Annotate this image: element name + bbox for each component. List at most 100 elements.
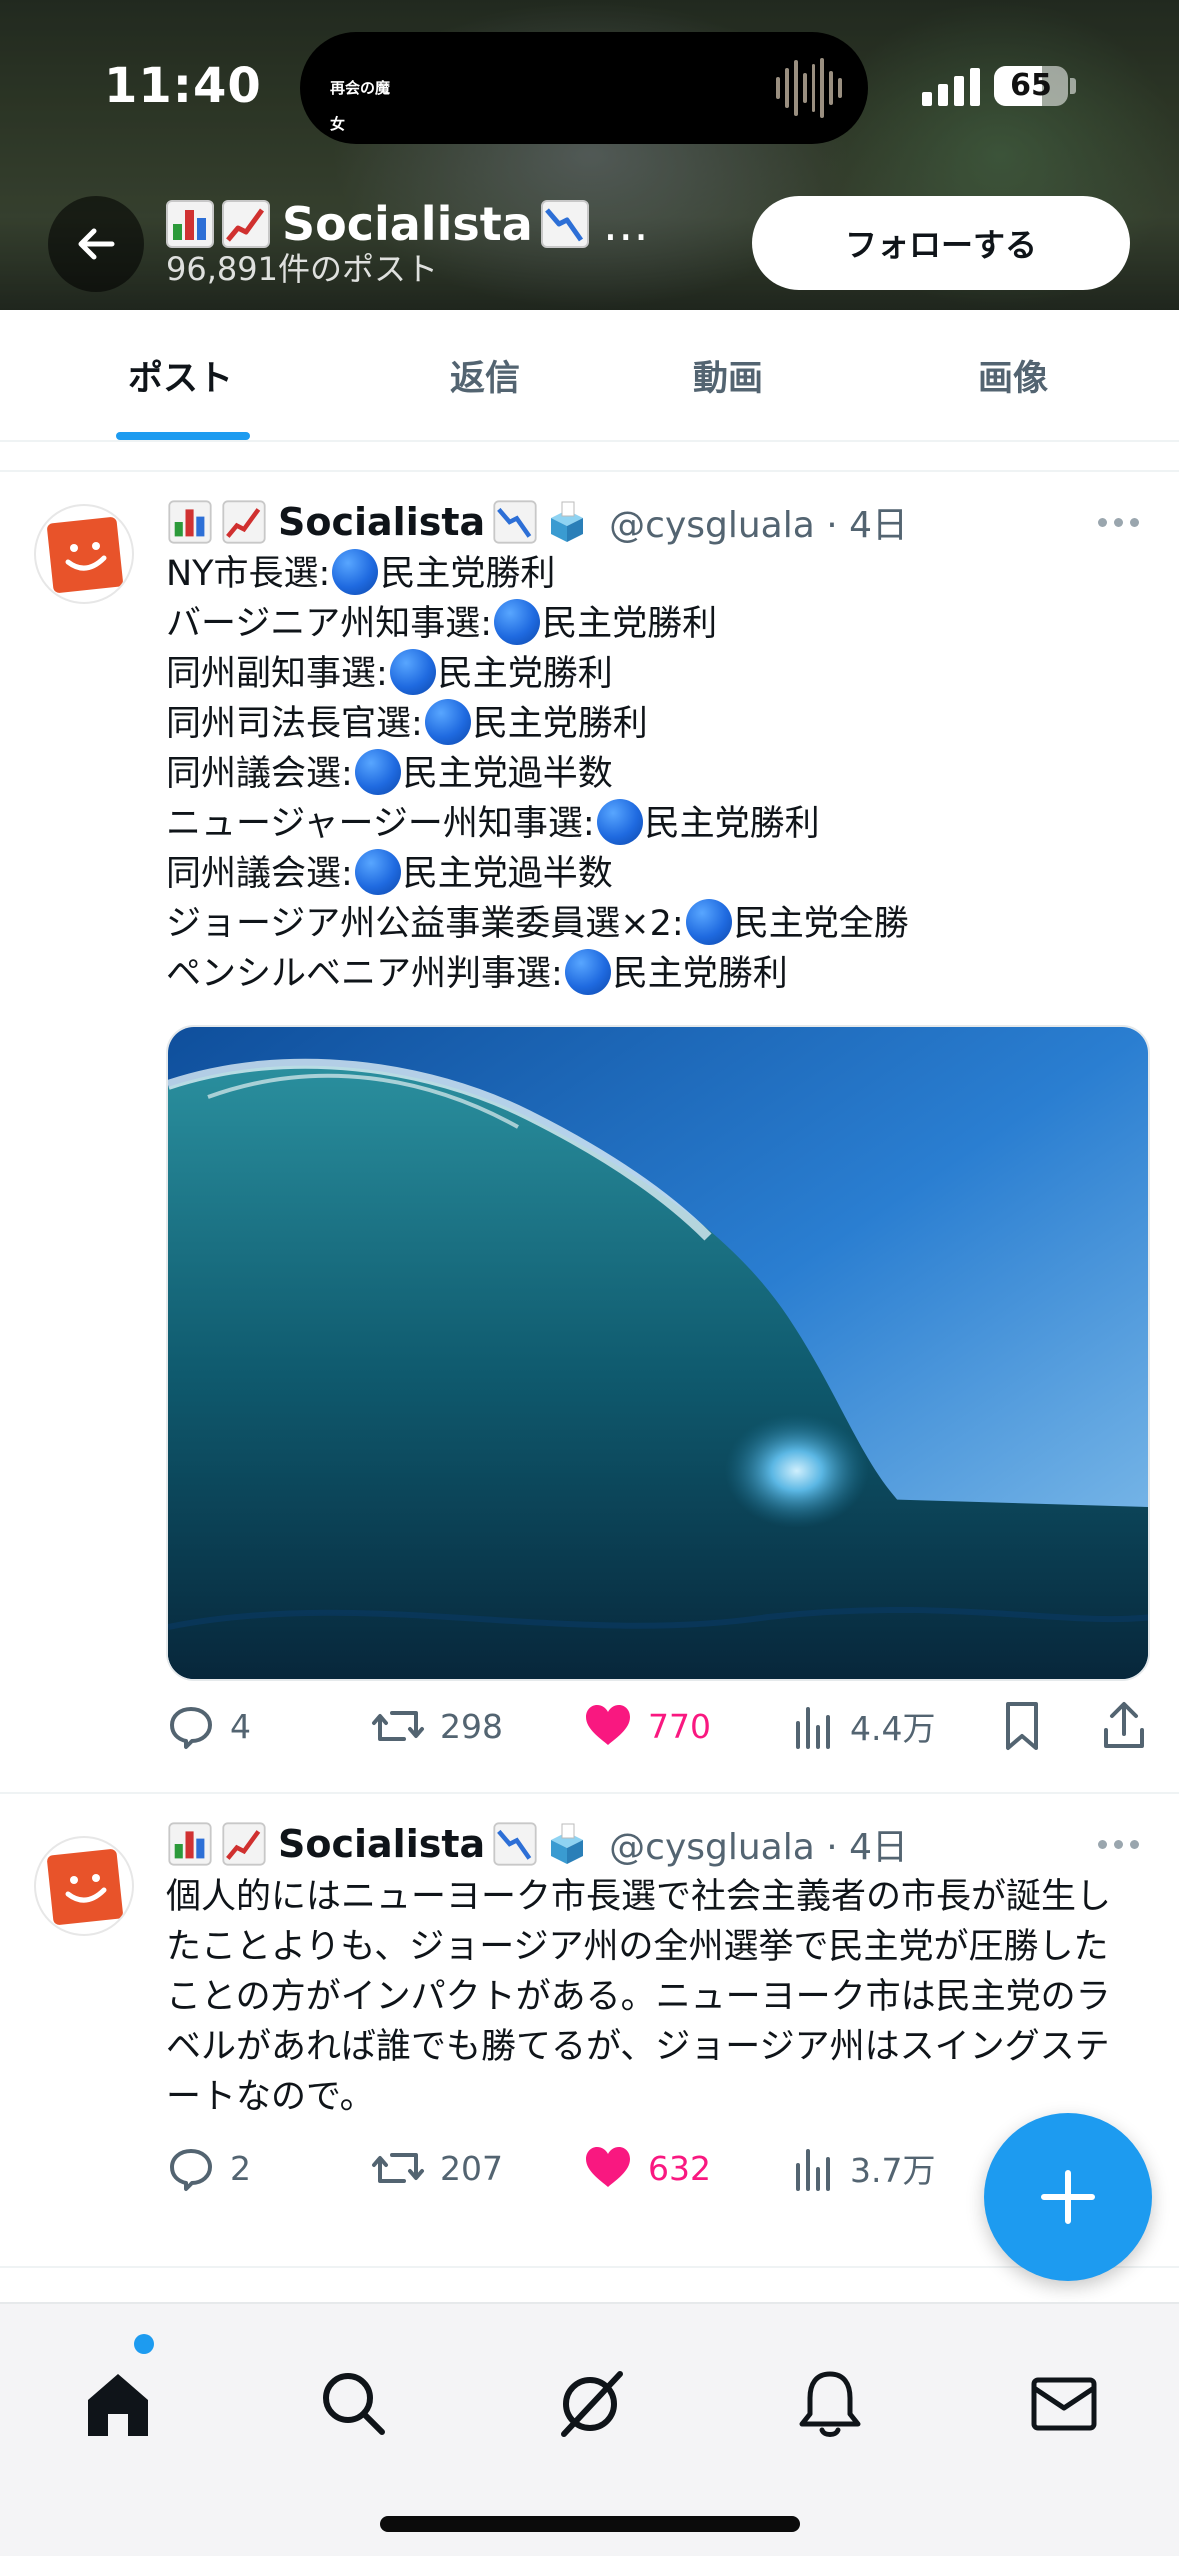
tweet-line: 同州副知事選: 民主党勝利 — [166, 649, 1146, 699]
title-ellipsis: … — [602, 197, 649, 251]
reply-count: 2 — [230, 2148, 251, 2188]
retweet-count: 298 — [440, 1706, 503, 1746]
views-button[interactable]: 4.4万 — [792, 1696, 935, 1756]
like-button[interactable]: 770 — [582, 1696, 711, 1756]
blue-circle-emoji-icon — [332, 549, 379, 595]
avatar[interactable] — [34, 504, 134, 604]
heart-filled-icon — [586, 2147, 630, 2187]
post-count: 96,891件のポスト — [166, 250, 438, 288]
share-button[interactable] — [1100, 1696, 1148, 1756]
cellular-signal-icon — [922, 66, 982, 106]
blue-circle-emoji-icon — [354, 849, 401, 895]
tab-replies[interactable]: 返信 — [450, 350, 520, 401]
tweet-header: Socialista @cysgluala · 4日 — [166, 494, 908, 550]
tweet-line: 同州議会選: 民主党過半数 — [166, 749, 1146, 799]
view-count: 3.7万 — [850, 2151, 936, 2190]
views-button[interactable]: 3.7万 — [792, 2138, 935, 2198]
chart-increasing-emoji-icon — [222, 200, 270, 248]
views-bar-icon — [796, 1707, 830, 1749]
tweet-header: Socialista @cysgluala · 4日 — [166, 1816, 908, 1872]
nav-notifications[interactable] — [790, 2364, 870, 2444]
home-indicator — [380, 2516, 800, 2532]
reply-icon — [170, 2149, 212, 2191]
tweet-line: ートなので。 — [166, 2077, 375, 2117]
reply-button[interactable]: 4 — [166, 1696, 251, 1756]
tweet-line: ニュージャージー州知事選: 民主党勝利 — [166, 799, 1146, 849]
bottom-navigation — [0, 2302, 1179, 2556]
audio-waveform-icon — [776, 56, 842, 120]
nav-grok[interactable] — [550, 2364, 630, 2444]
profile-name: Socialista — [282, 197, 533, 251]
battery-percent: 65 — [1010, 68, 1052, 103]
avatar[interactable] — [34, 1836, 134, 1936]
tab-images[interactable]: 画像 — [978, 350, 1048, 401]
home-unread-dot — [134, 2334, 154, 2354]
home-icon — [88, 2374, 148, 2436]
tweet-line: 同州議会選: 民主党過半数 — [166, 849, 1146, 899]
tweet-body: 個人的にはニューヨーク市長選で社会主義者の市長が誕生し たことよりも、ジョージア… — [166, 1872, 1156, 2122]
battery-icon: 65 — [994, 66, 1068, 106]
retweet-count: 207 — [440, 2148, 503, 2188]
reply-icon — [170, 1707, 212, 1749]
tweet-line: 個人的にはニューヨーク市長選で社会主義者の市長が誕生し — [166, 1877, 1112, 1917]
retweet-button[interactable]: 207 — [370, 2138, 503, 2198]
follow-button[interactable]: フォローする — [752, 196, 1130, 290]
tweet-actions: 4 298 770 4.4万 — [166, 1696, 1156, 1756]
blue-circle-emoji-icon — [424, 699, 471, 745]
bookmark-button[interactable] — [1000, 1696, 1044, 1756]
tweet-handle-time: @cysgluala · 4日 — [609, 505, 909, 546]
bar-chart-emoji-icon — [166, 200, 214, 248]
like-count: 632 — [648, 2148, 711, 2188]
more-options-icon[interactable] — [1098, 1834, 1154, 1854]
plus-icon — [1041, 2170, 1095, 2224]
messages-envelope-icon — [1031, 2377, 1097, 2431]
notifications-bell-icon — [799, 2371, 861, 2437]
chart-increasing-emoji-icon — [222, 1822, 266, 1866]
active-tab-indicator — [116, 432, 250, 440]
chart-increasing-emoji-icon — [222, 500, 266, 544]
bar-chart-emoji-icon — [168, 500, 212, 544]
tweet-line: ペンシルベニア州判事選: 民主党勝利 — [166, 949, 1146, 999]
retweet-icon — [372, 2153, 424, 2183]
chart-decreasing-emoji-icon — [540, 200, 589, 248]
status-time: 11:40 — [104, 58, 262, 114]
tweet-line: NY市長選: 民主党勝利 — [166, 549, 1146, 599]
tab-videos[interactable]: 動画 — [693, 350, 763, 401]
ballot-box-emoji-icon — [545, 1822, 589, 1866]
reply-count: 4 — [230, 1706, 251, 1746]
profile-tabs: ポスト 返信 動画 画像 — [0, 310, 1179, 442]
blue-circle-emoji-icon — [354, 749, 401, 795]
like-count: 770 — [648, 1706, 711, 1746]
tweet-line: ことの方がインパクトがある。ニューヨーク市は民主党のラ — [166, 1977, 1111, 2017]
search-icon — [323, 2373, 385, 2435]
blue-circle-emoji-icon — [596, 799, 643, 845]
blue-circle-emoji-icon — [389, 649, 436, 695]
reply-button[interactable]: 2 — [166, 2138, 251, 2198]
nav-messages[interactable] — [1024, 2364, 1104, 2444]
more-options-icon[interactable] — [1098, 512, 1154, 532]
nav-home[interactable] — [78, 2364, 158, 2444]
tweet-body: NY市長選: 民主党勝利 バージニア州知事選: 民主党勝利 同州副知事選: 民主党勝利… — [166, 549, 1146, 999]
tweet-line: バージニア州知事選: 民主党勝利 — [166, 599, 1146, 649]
retweet-button[interactable]: 298 — [370, 1696, 503, 1756]
tweet-line: ジョージア州公益事業委員選×2: 民主党全勝 — [166, 899, 1146, 949]
tweet-author-name[interactable]: Socialista — [278, 500, 485, 544]
compose-post-button[interactable] — [984, 2113, 1152, 2281]
back-button[interactable] — [48, 196, 144, 292]
tab-posts[interactable]: ポスト — [128, 350, 233, 401]
like-button[interactable]: 632 — [582, 2138, 711, 2198]
ballot-box-emoji-icon — [545, 500, 589, 544]
nav-search[interactable] — [314, 2364, 394, 2444]
island-app-logo: 再会の魔女 — [330, 79, 391, 133]
blue-circle-emoji-icon — [685, 899, 732, 945]
view-count: 4.4万 — [850, 1709, 936, 1748]
ocean-wave-photo[interactable] — [166, 1025, 1150, 1681]
tweet-line: たことよりも、ジョージア州の全州選挙で民主党が圧勝した — [166, 1927, 1109, 1967]
tweet-line: 同州司法長官選: 民主党勝利 — [166, 699, 1146, 749]
share-icon — [1104, 1702, 1144, 1748]
chart-decreasing-emoji-icon — [493, 1822, 537, 1866]
tweet-author-name[interactable]: Socialista — [278, 1822, 485, 1866]
blue-circle-emoji-icon — [564, 949, 611, 995]
bookmark-icon — [1006, 1702, 1038, 1750]
retweet-icon — [372, 1711, 424, 1741]
